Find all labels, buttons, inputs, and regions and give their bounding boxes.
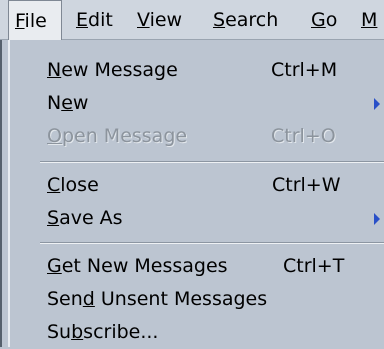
menu-bar: File Edit View Search Go M	[0, 0, 384, 40]
menu-message-label: M	[361, 9, 378, 31]
menu-item-label: Save As	[47, 207, 123, 229]
menu-view-label: View	[137, 9, 183, 31]
menu-go[interactable]: Go	[311, 0, 337, 40]
file-menu-dropdown: New Message Ctrl+M New Open Message Ctrl…	[8, 40, 384, 347]
submenu-arrow-icon	[374, 98, 380, 110]
menu-item-label: Open Message	[47, 125, 188, 147]
menu-file[interactable]: File	[8, 0, 62, 40]
menu-search[interactable]: Search	[213, 0, 278, 40]
menu-item-subscribe[interactable]: Subscribe...	[10, 316, 384, 349]
menu-edit[interactable]: Edit	[76, 0, 113, 40]
menu-item-new[interactable]: New	[10, 87, 384, 120]
menu-search-label: Search	[213, 9, 279, 31]
menu-item-label: New Message	[47, 59, 178, 81]
menu-item-label: Get New Messages	[47, 255, 228, 277]
menu-item-label: Subscribe...	[47, 321, 159, 343]
menu-view[interactable]: View	[137, 0, 182, 40]
submenu-arrow-icon	[374, 213, 380, 225]
menu-item-open-message[interactable]: Open Message Ctrl+O	[10, 120, 384, 153]
menu-edit-label: Edit	[76, 9, 113, 31]
menu-item-close[interactable]: Close Ctrl+W	[10, 169, 384, 202]
menu-item-new-message[interactable]: New Message Ctrl+M	[10, 54, 384, 87]
window-edge	[0, 40, 2, 347]
menu-message[interactable]: M	[361, 0, 377, 40]
menu-item-shortcut: Ctrl+T	[283, 255, 345, 277]
menu-file-label: File	[15, 10, 47, 32]
menu-item-label: New	[47, 92, 89, 114]
menu-go-label: Go	[311, 9, 338, 31]
menu-item-get-new-messages[interactable]: Get New Messages Ctrl+T	[10, 250, 384, 283]
menu-item-shortcut: Ctrl+M	[271, 59, 338, 81]
menu-item-send-unsent-messages[interactable]: Send Unsent Messages	[10, 283, 384, 316]
menu-item-save-as[interactable]: Save As	[10, 202, 384, 235]
menu-item-label: Send Unsent Messages	[47, 288, 268, 310]
menu-separator	[40, 242, 384, 244]
menu-item-label: Close	[47, 174, 99, 196]
menu-separator	[40, 161, 384, 163]
menu-item-shortcut: Ctrl+W	[272, 174, 341, 196]
menu-item-shortcut: Ctrl+O	[271, 125, 336, 147]
